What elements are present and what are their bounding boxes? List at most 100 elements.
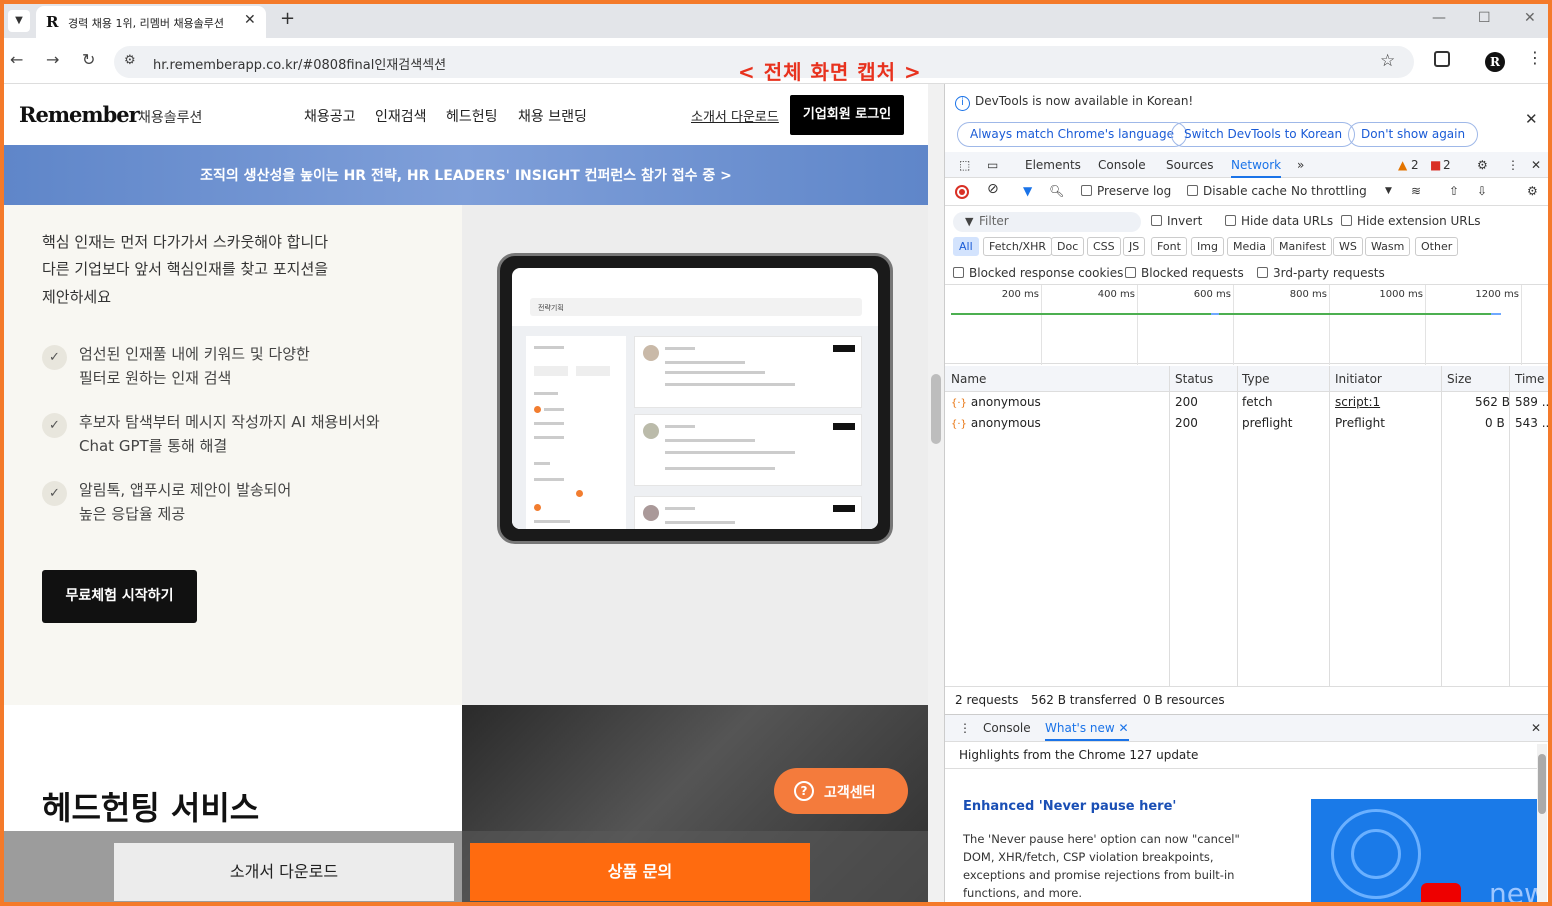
filter-input[interactable]: ▼ Filter (953, 212, 1141, 232)
extensions-icon[interactable] (1434, 51, 1450, 67)
nav-headhunting[interactable]: 헤드헌팅 (446, 106, 498, 126)
remember-logo[interactable]: Remember (19, 102, 140, 127)
intro-download-link[interactable]: 소개서 다운로드 (691, 106, 779, 125)
devtools-close-icon[interactable]: ✕ (1531, 158, 1541, 172)
import-har-icon[interactable]: ⇧ (1449, 184, 1459, 198)
reload-icon[interactable]: ↻ (82, 50, 95, 69)
customer-center-button[interactable]: ? 고객센터 (774, 768, 908, 814)
warning-count[interactable]: 2 (1411, 158, 1419, 172)
whats-new-title[interactable]: Enhanced 'Never pause here' (963, 799, 1176, 814)
export-har-icon[interactable]: ⇩ (1477, 184, 1487, 198)
warning-icon[interactable]: ▲ (1398, 158, 1407, 172)
dont-show-again-button[interactable]: Don't show again (1348, 122, 1479, 147)
whats-new-video-thumbnail[interactable]: new (1311, 799, 1537, 902)
free-trial-button[interactable]: 무료체험 시작하기 (42, 570, 197, 623)
chevron-down-icon[interactable]: ▼ (1385, 186, 1392, 196)
nav-branding[interactable]: 채용 브랜딩 (518, 106, 587, 126)
tab-sources[interactable]: Sources (1166, 158, 1213, 172)
forward-icon[interactable]: → (46, 50, 59, 69)
minimize-icon[interactable]: — (1432, 10, 1446, 26)
record-icon[interactable] (955, 185, 969, 199)
network-settings-icon[interactable]: ⚙ (1527, 184, 1538, 198)
network-timeline[interactable]: 200 ms 400 ms 600 ms 800 ms 1000 ms 1200… (945, 284, 1548, 365)
blocked-cookies-checkbox[interactable]: Blocked response cookies (953, 266, 1123, 280)
filter-type-img[interactable]: Img (1191, 237, 1224, 256)
filter-type-css[interactable]: CSS (1087, 237, 1121, 256)
filter-type-font[interactable]: Font (1151, 237, 1187, 256)
page-scrollbar[interactable] (928, 84, 944, 902)
close-notice-icon[interactable]: ✕ (1525, 110, 1538, 128)
tab-network[interactable]: Network (1231, 158, 1282, 178)
filter-type-media[interactable]: Media (1227, 237, 1273, 256)
address-bar[interactable]: ⚙ hr.rememberapp.co.kr/#0808final인재검색섹션 … (114, 46, 1414, 84)
back-icon[interactable]: ← (10, 50, 23, 69)
settings-icon[interactable]: ⚙ (1477, 158, 1488, 172)
tab-search-button[interactable]: ▼ (8, 10, 30, 32)
youtube-play-icon[interactable] (1421, 883, 1461, 902)
filter-type-ws[interactable]: WS (1333, 237, 1363, 256)
download-brochure-button[interactable]: 소개서 다운로드 (114, 843, 454, 901)
product-inquiry-button[interactable]: 상품 문의 (470, 843, 810, 901)
col-size[interactable]: Size (1447, 372, 1472, 386)
bookmark-star-icon[interactable]: ☆ (1380, 51, 1395, 71)
drawer-tab-whats-new[interactable]: What's new ✕ (1045, 721, 1129, 741)
filter-type-all[interactable]: All (953, 237, 979, 256)
request-initiator[interactable]: script:1 (1335, 395, 1380, 409)
col-status[interactable]: Status (1175, 372, 1213, 386)
switch-korean-button[interactable]: Switch DevTools to Korean (1171, 122, 1356, 147)
more-tabs-icon[interactable]: » (1297, 158, 1304, 172)
filter-type-doc[interactable]: Doc (1051, 237, 1085, 256)
page-scroll-thumb[interactable] (931, 374, 941, 444)
preserve-log-checkbox[interactable]: Preserve log (1081, 184, 1171, 198)
maximize-icon[interactable]: ☐ (1478, 10, 1491, 26)
col-initiator[interactable]: Initiator (1335, 372, 1382, 386)
profile-avatar[interactable]: R (1485, 52, 1505, 72)
col-time[interactable]: Time (1515, 372, 1544, 386)
tab-console[interactable]: Console (1098, 158, 1146, 172)
disable-cache-checkbox[interactable]: Disable cache (1187, 184, 1287, 198)
device-toggle-icon[interactable]: ▭ (987, 158, 998, 172)
third-party-checkbox[interactable]: 3rd-party requests (1257, 266, 1385, 280)
promo-banner[interactable]: 조직의 생산성을 높이는 HR 전략, HR LEADERS' INSIGHT … (4, 145, 928, 205)
close-tab-icon[interactable]: ✕ (244, 12, 256, 28)
browser-tab[interactable]: R 경력 채용 1위, 리멤버 채용솔루션 ✕ (36, 6, 266, 38)
filter-type-wasm[interactable]: Wasm (1365, 237, 1411, 256)
throttling-select[interactable]: No throttling (1291, 184, 1367, 198)
filter-type-fetch[interactable]: Fetch/XHR (983, 237, 1052, 256)
hide-extension-urls-checkbox[interactable]: Hide extension URLs (1341, 214, 1481, 228)
more-menu-icon[interactable]: ⋮ (1527, 48, 1543, 67)
table-row[interactable]: {·} anonymous 200 preflight Preflight 0 B… (945, 413, 1548, 434)
nav-talent-search[interactable]: 인재검색 (375, 106, 427, 126)
filter-type-js[interactable]: JS (1123, 237, 1146, 256)
drawer-scroll-thumb[interactable] (1538, 754, 1546, 814)
request-size: 0 B (1485, 416, 1505, 430)
tab-elements[interactable]: Elements (1025, 158, 1081, 172)
hide-data-urls-checkbox[interactable]: Hide data URLs (1225, 214, 1333, 228)
error-icon[interactable]: ■ (1430, 158, 1441, 172)
corporate-login-button[interactable]: 기업회원 로그인 (790, 95, 904, 135)
invert-checkbox[interactable]: Invert (1151, 214, 1202, 228)
network-conditions-icon[interactable]: ≋ (1411, 184, 1421, 198)
request-initiator[interactable]: Preflight (1335, 416, 1385, 430)
window-close-icon[interactable]: ✕ (1524, 10, 1536, 26)
drawer-menu-icon[interactable]: ⋮ (959, 721, 971, 735)
filter-type-manifest[interactable]: Manifest (1273, 237, 1332, 256)
table-row[interactable]: {·} anonymous 200 fetch script:1 562 B 58… (945, 392, 1548, 413)
error-count[interactable]: 2 (1443, 158, 1451, 172)
match-language-button[interactable]: Always match Chrome's language (957, 122, 1187, 147)
devtools-menu-icon[interactable]: ⋮ (1507, 158, 1519, 172)
new-tab-icon[interactable]: + (280, 8, 295, 29)
drawer-tab-console[interactable]: Console (983, 721, 1031, 735)
site-info-icon[interactable]: ⚙ (124, 53, 136, 68)
inspect-icon[interactable]: ⬚ (959, 158, 970, 172)
filter-type-other[interactable]: Other (1415, 237, 1459, 256)
nav-job-posting[interactable]: 채용공고 (304, 106, 356, 126)
filter-funnel-icon[interactable]: ▼ (1023, 184, 1032, 198)
clear-icon[interactable]: ⊘ (987, 181, 999, 197)
drawer-close-icon[interactable]: ✕ (1531, 721, 1541, 735)
drawer-scrollbar[interactable] (1537, 744, 1547, 902)
blocked-requests-checkbox[interactable]: Blocked requests (1125, 266, 1244, 280)
col-name[interactable]: Name (951, 372, 986, 386)
search-icon[interactable]: 🔍︎ (1049, 184, 1064, 198)
col-type[interactable]: Type (1242, 372, 1270, 386)
